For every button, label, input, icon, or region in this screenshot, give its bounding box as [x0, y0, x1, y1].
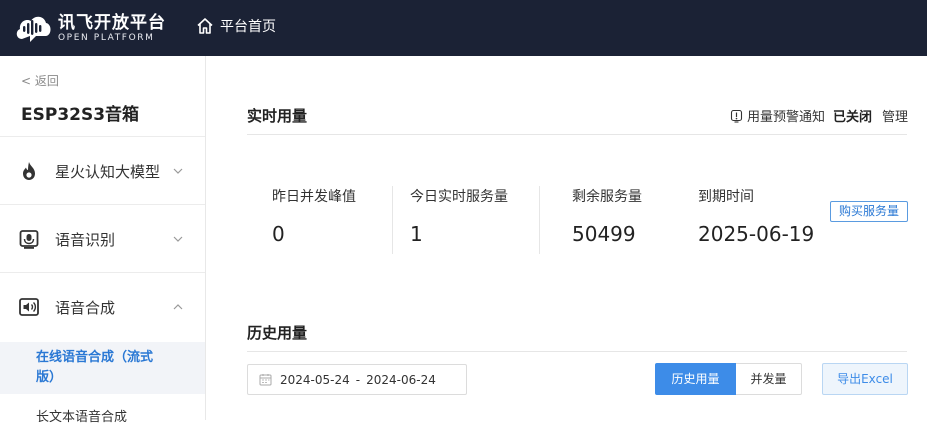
history-usage-title: 历史用量 — [247, 324, 308, 342]
stat-remaining-service: 剩余服务量 50499 — [572, 186, 642, 246]
sidebar-item-label: 星火认知大模型 — [55, 163, 161, 181]
divider — [247, 351, 907, 352]
stat-today-service-count: 今日实时服务量 1 — [410, 186, 508, 246]
date-range-picker[interactable]: 2024-05-24 - 2024-06-24 — [247, 364, 467, 395]
chevron-down-icon — [173, 168, 183, 174]
sidebar-subitem-label: 在线语音合成（流式版） — [36, 350, 154, 385]
stat-yesterday-peak-concurrency: 昨日并发峰值 0 — [272, 186, 356, 246]
speaker-icon — [19, 298, 39, 316]
manage-link[interactable]: 管理 — [882, 106, 908, 125]
usage-alert-label: 用量预警通知 — [746, 110, 825, 125]
flame-icon — [23, 162, 35, 180]
sidebar-item-label: 语音合成 — [55, 299, 116, 317]
date-separator: - — [355, 372, 361, 387]
chevron-down-icon — [173, 236, 183, 242]
logo-subtitle: OPEN PLATFORM — [58, 32, 155, 43]
date-end: 2024-06-24 — [366, 372, 436, 387]
stat-label: 到期时间 — [698, 189, 754, 205]
stat-value: 1 — [410, 222, 423, 246]
sidebar-item-speech-synthesis[interactable]: 语音合成 — [0, 272, 205, 340]
stat-label: 剩余服务量 — [572, 189, 642, 205]
logo[interactable]: 讯飞开放平台 OPEN PLATFORM — [14, 8, 166, 48]
usage-alert-link[interactable]: 用量预警通知 — [730, 106, 825, 125]
sidebar: < 返回 ESP32S3音箱 星火认知大模型 语音识别 语音合成 在线语音合成（… — [0, 56, 206, 425]
home-icon — [197, 18, 213, 34]
stat-value: 2025-06-19 — [698, 222, 815, 246]
logo-cloud-icon — [14, 11, 52, 45]
divider — [247, 134, 907, 135]
export-excel-button[interactable]: 导出Excel — [822, 363, 908, 395]
stat-label: 昨日并发峰值 — [272, 189, 356, 205]
stat-value: 0 — [272, 222, 285, 246]
back-link[interactable]: < 返回 — [21, 72, 59, 89]
platform-home-label: 平台首页 — [220, 19, 276, 35]
chevron-up-icon — [173, 304, 183, 310]
tab-history-usage[interactable]: 历史用量 — [655, 363, 736, 395]
sidebar-subitem-online-tts-streaming[interactable]: 在线语音合成（流式版） — [0, 342, 205, 394]
top-navigation-bar: 讯飞开放平台 OPEN PLATFORM 平台首页 — [0, 0, 927, 56]
stat-expiry-date: 到期时间 2025-06-19 — [698, 186, 814, 246]
alert-bell-icon — [730, 109, 743, 123]
usage-alert-toolbar: 用量预警通知 已关闭 管理 — [730, 106, 908, 125]
tab-concurrency[interactable]: 并发量 — [736, 363, 802, 395]
stat-separator — [539, 186, 540, 254]
usage-alert-status: 已关闭 — [832, 110, 872, 125]
app-name: ESP32S3音箱 — [21, 105, 140, 125]
realtime-usage-title: 实时用量 — [247, 107, 308, 125]
stat-label: 今日实时服务量 — [410, 189, 508, 205]
stat-separator — [392, 186, 393, 254]
buy-service-button[interactable]: 购买服务量 — [830, 201, 908, 222]
logo-title: 讯飞开放平台 — [58, 12, 166, 33]
sidebar-item-label: 语音识别 — [55, 231, 116, 249]
sidebar-item-spark-model[interactable]: 星火认知大模型 — [0, 136, 205, 204]
platform-home-link[interactable]: 平台首页 — [196, 14, 276, 38]
sidebar-item-speech-recognition[interactable]: 语音识别 — [0, 204, 205, 272]
calendar-icon — [259, 374, 272, 386]
sidebar-subitem-long-text-tts[interactable]: 长文本语音合成 — [36, 406, 127, 425]
date-start: 2024-05-24 — [280, 372, 350, 387]
stat-value: 50499 — [572, 222, 636, 246]
microphone-icon — [19, 230, 39, 249]
